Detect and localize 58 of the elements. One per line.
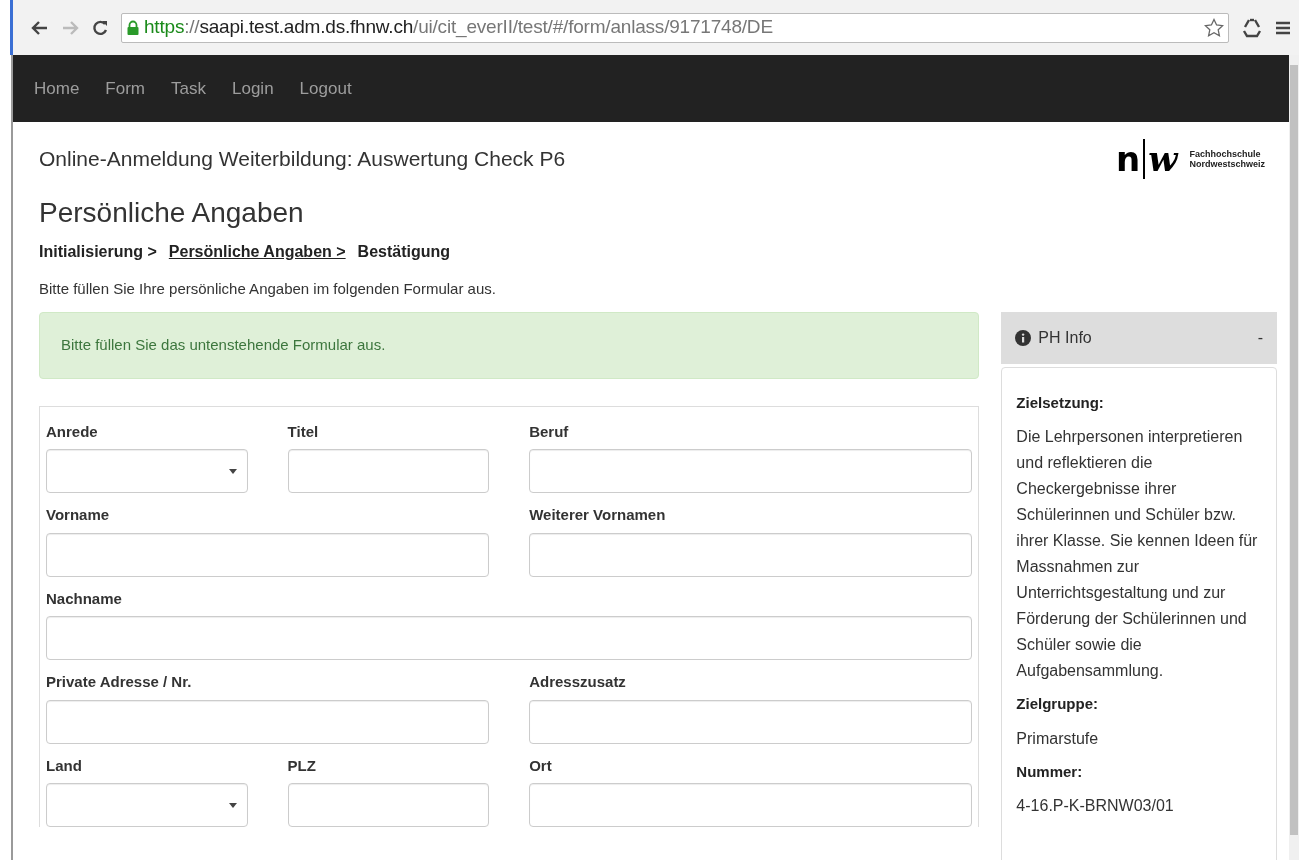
logo-divider bbox=[1143, 139, 1146, 179]
success-alert: Bitte füllen Sie das untenstehende Formular aus. bbox=[39, 311, 980, 379]
logo-text: Nordwestschweiz bbox=[1189, 159, 1265, 169]
address-bar[interactable]: https://saapi.test.adm.ds.fhnw.ch/ui/cit_everII/test/#/form/anlass/9171748/DE bbox=[121, 12, 1229, 43]
back-icon[interactable] bbox=[31, 19, 49, 36]
url-text: https://saapi.test.adm.ds.fhnw.ch/ui/cit_everII/test/#/form/anlass/9171748/DE bbox=[144, 15, 773, 40]
lock-icon bbox=[126, 19, 140, 36]
field-label: Beruf bbox=[529, 421, 570, 442]
input-field[interactable] bbox=[529, 532, 973, 577]
info-heading: Zielgruppe: bbox=[1016, 694, 1100, 714]
input-field[interactable] bbox=[529, 699, 973, 744]
reload-icon[interactable] bbox=[91, 18, 109, 37]
breadcrumb-step[interactable]: Bestätigung bbox=[357, 240, 451, 264]
field-label: Adresszusatz bbox=[529, 672, 627, 692]
nav-link[interactable]: Form bbox=[92, 75, 159, 102]
intro-text: Bitte füllen Sie Ihre persönliche Angaben im folgenden Formular aus. bbox=[39, 279, 497, 299]
field-label: Land bbox=[46, 755, 83, 776]
select-field[interactable] bbox=[46, 783, 248, 827]
panel-title: PH Info bbox=[1038, 327, 1092, 348]
info-icon bbox=[1015, 329, 1032, 346]
input-field[interactable] bbox=[46, 616, 973, 660]
collapse-toggle[interactable]: - bbox=[1257, 325, 1263, 350]
select-field[interactable] bbox=[46, 449, 248, 493]
nav-link[interactable]: Home bbox=[21, 75, 93, 102]
logo-letter: w bbox=[1148, 142, 1178, 176]
site-title: Online-Anmeldung Weiterbildung: Auswertung Check P6 bbox=[39, 146, 566, 173]
input-field[interactable] bbox=[529, 449, 973, 493]
info-text: Primarstufe bbox=[1016, 728, 1100, 749]
breadcrumb-step[interactable]: Initialisierung > bbox=[39, 240, 157, 264]
page-title: Persönliche Angaben bbox=[39, 196, 305, 230]
info-text: 4-16.P-K-BRNW03/01 bbox=[1016, 796, 1175, 816]
info-text: Die Lehrpersonen interpretieren und reflektieren die Checkergebnisse ihrer Schülerinnen und Schüler bzw. ihrer Klasse. Sie kennen Ideen für Massnahmen zur Unterrichtsgestaltung und zur Förderung der Schülerinnen und Schüler sowie die Aufgabensammlung. bbox=[1016, 427, 1259, 681]
field-label: Weiterer Vornamen bbox=[529, 505, 667, 525]
field-label: Titel bbox=[287, 421, 320, 442]
field-label: Ort bbox=[529, 755, 553, 776]
field-label: Nachname bbox=[46, 588, 123, 609]
field-label: Private Adresse / Nr. bbox=[46, 672, 193, 692]
menu-icon[interactable] bbox=[1275, 19, 1291, 36]
field-label: Anrede bbox=[46, 421, 99, 442]
star-icon[interactable] bbox=[1204, 17, 1224, 38]
input-field[interactable] bbox=[529, 783, 973, 827]
field-label: Vorname bbox=[46, 505, 111, 525]
info-heading: Zielsetzung: bbox=[1016, 392, 1105, 413]
field-label: PLZ bbox=[287, 755, 317, 776]
input-field[interactable] bbox=[46, 699, 490, 744]
logo-letter: n bbox=[1115, 142, 1141, 176]
nav-link[interactable]: Logout bbox=[286, 75, 365, 102]
caret-icon bbox=[228, 468, 237, 474]
info-heading: Nummer: bbox=[1016, 761, 1084, 782]
nav-link[interactable]: Task bbox=[158, 75, 219, 102]
panel-header[interactable]: PH Info - bbox=[1001, 311, 1277, 364]
input-field[interactable] bbox=[287, 783, 490, 827]
breadcrumb-step[interactable]: Persönliche Angaben > bbox=[168, 240, 346, 264]
input-field[interactable] bbox=[46, 532, 490, 577]
caret-icon bbox=[228, 802, 237, 808]
input-field[interactable] bbox=[287, 449, 490, 493]
logo-text: Fachhochschule bbox=[1189, 149, 1262, 159]
nav-link[interactable]: Login bbox=[219, 75, 287, 102]
